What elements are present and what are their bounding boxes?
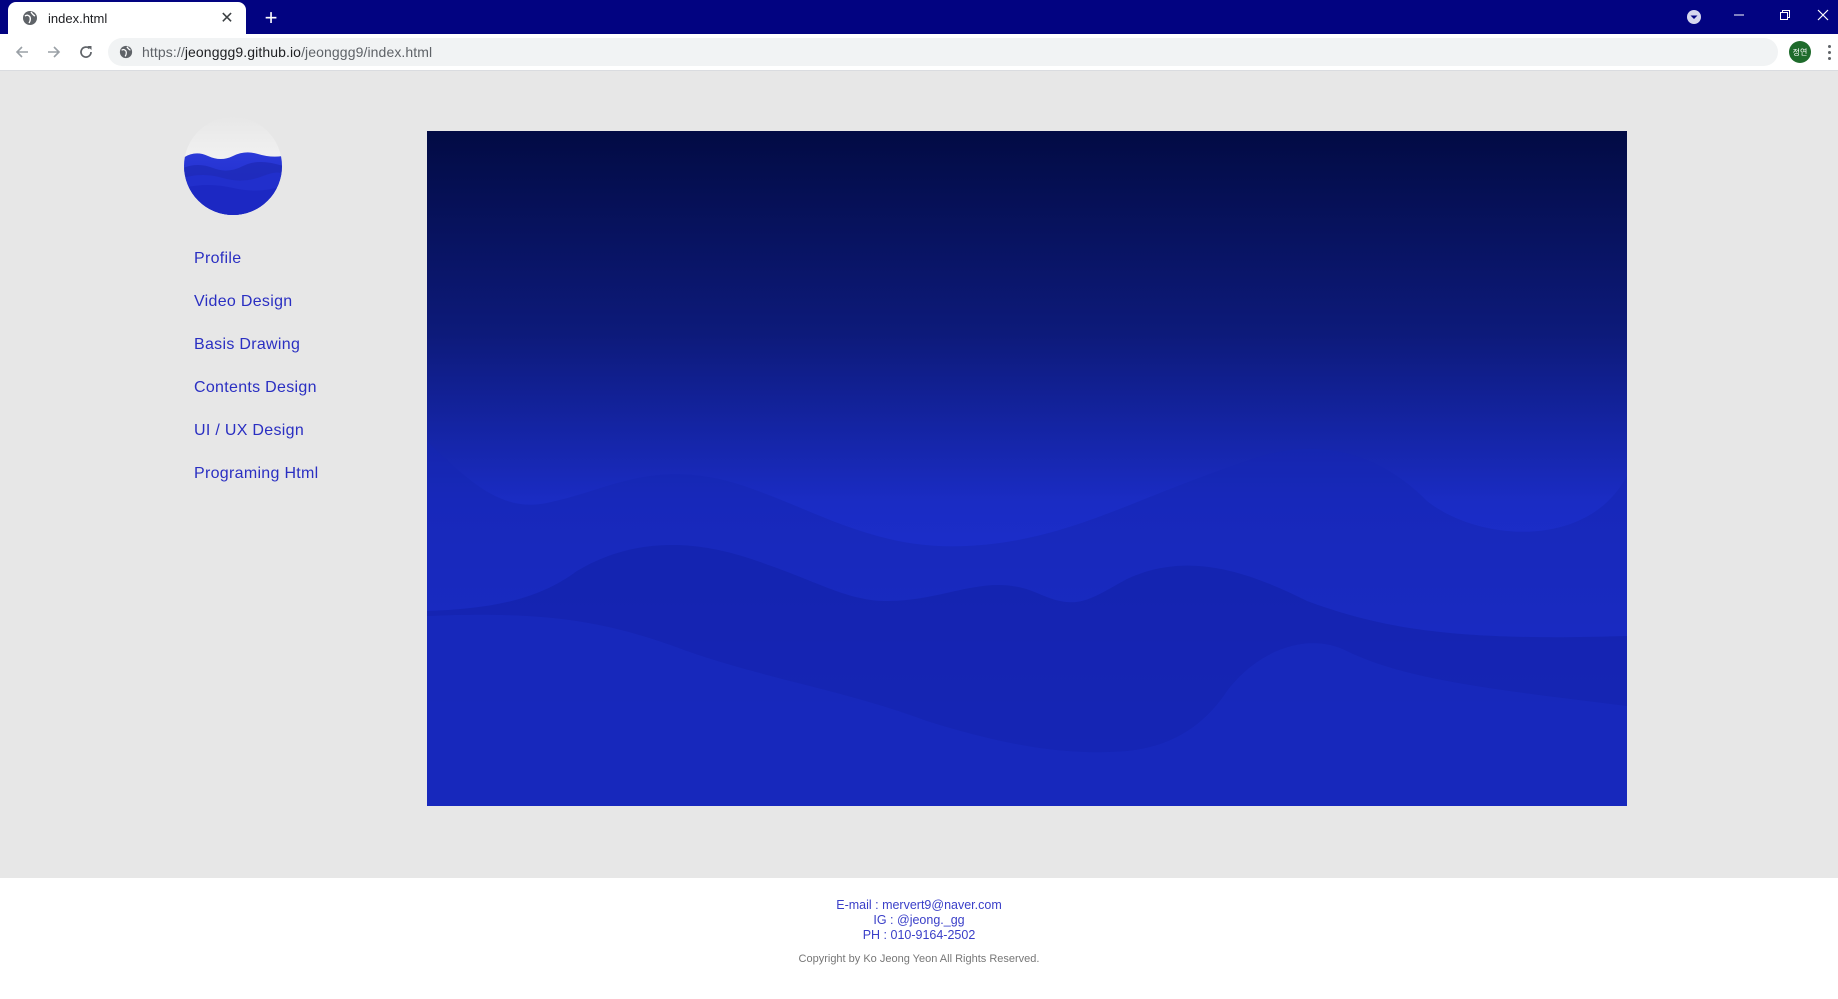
site-info-icon[interactable] [118,44,134,60]
page-main: Profile Video Design Basis Drawing Conte… [0,71,1838,878]
footer-phone: PH : 010-9164-2502 [862,928,976,942]
sidebar-item-ui-ux-design[interactable]: UI / UX Design [194,421,319,464]
restore-window-button[interactable] [1762,0,1808,30]
logo[interactable] [183,116,283,216]
profile-avatar[interactable]: 정연 [1789,41,1811,63]
page-footer: E-mail : mervert9@naver.com IG : @jeong.… [0,878,1838,999]
sidebar-item-profile[interactable]: Profile [194,249,319,292]
tab-search-icon[interactable] [1684,7,1704,27]
back-button[interactable] [8,38,36,66]
close-window-button[interactable] [1808,0,1838,30]
arrow-right-icon [48,46,61,58]
close-tab-button[interactable]: ✕ [216,7,238,29]
url-host: jeonggg9.github.io [184,44,302,60]
globe-icon [22,10,38,26]
reload-icon [80,46,92,58]
wave-logo-icon [184,117,282,215]
wave-banner-image [427,131,1627,806]
sidebar-item-contents-design[interactable]: Contents Design [194,378,319,421]
address-bar[interactable]: https://jeonggg9.github.io/jeonggg9/inde… [108,38,1778,66]
url-text: https://jeonggg9.github.io/jeonggg9/inde… [142,44,432,60]
forward-button[interactable] [40,38,68,66]
footer-instagram: IG : @jeong._gg [873,913,965,927]
browser-tab[interactable]: index.html ✕ [8,2,246,34]
sidebar-nav: Profile Video Design Basis Drawing Conte… [194,249,319,507]
sidebar-item-basis-drawing[interactable]: Basis Drawing [194,335,319,378]
reload-button[interactable] [72,38,100,66]
arrow-left-icon [15,46,28,58]
hero-wave-banner [427,131,1627,806]
tab-title: index.html [48,10,108,26]
footer-email: E-mail : mervert9@naver.com [836,898,1002,912]
sidebar-item-video-design[interactable]: Video Design [194,292,319,335]
browser-menu-icon[interactable] [1822,40,1836,64]
url-path: /jeonggg9/index.html [301,44,433,60]
new-tab-button[interactable]: + [258,5,284,31]
minimize-window-button[interactable] [1716,0,1762,30]
footer-copyright: Copyright by Ko Jeong Yeon All Rights Re… [798,953,1040,965]
sidebar-item-programing-html[interactable]: Programing Html [194,464,319,507]
browser-titlebar: index.html ✕ + [0,0,1838,34]
url-scheme: https:// [142,44,185,60]
browser-toolbar: https://jeonggg9.github.io/jeonggg9/inde… [0,34,1838,71]
